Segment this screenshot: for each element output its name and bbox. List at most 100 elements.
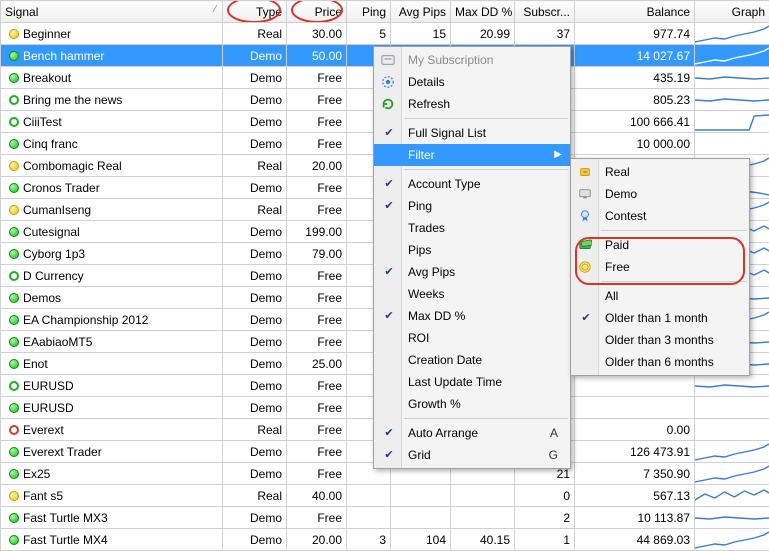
cell-graph [695, 441, 769, 463]
cell-graph [695, 463, 769, 485]
menu-roi[interactable]: ROI [374, 327, 570, 349]
cell-graph [695, 67, 769, 89]
menu-growth[interactable]: Growth % [374, 393, 570, 415]
signal-status-icon [9, 205, 19, 215]
col-maxdd[interactable]: Max DD % [451, 1, 515, 23]
filter-older-6m[interactable]: Older than 6 months [571, 351, 749, 373]
cell-type: Demo [223, 331, 287, 353]
cell-type: Demo [223, 45, 287, 67]
signal-name: EAabiaoMT5 [23, 335, 92, 349]
menu-my-subscription[interactable]: My Subscription [374, 49, 570, 71]
cell-type: Demo [223, 89, 287, 111]
cell-balance [575, 375, 695, 397]
cell-price: Free [287, 331, 347, 353]
menu-max-dd[interactable]: ✔Max DD % [374, 305, 570, 327]
cell-ping [347, 485, 391, 507]
signal-name: Bring me the news [23, 93, 122, 107]
menu-full-signal-list[interactable]: ✔Full Signal List [374, 122, 570, 144]
signal-name: D Currency [23, 269, 84, 283]
menu-creation-date[interactable]: Creation Date [374, 349, 570, 371]
signal-name: Fant s5 [23, 489, 63, 503]
cell-price: Free [287, 397, 347, 419]
signal-status-icon [9, 315, 19, 325]
signal-status-icon [9, 403, 19, 413]
filter-real[interactable]: Real [571, 161, 749, 183]
cell-price: Free [287, 441, 347, 463]
cell-balance: 805.23 [575, 89, 695, 111]
col-type[interactable]: Type [223, 1, 287, 23]
cell-price: 50.00 [287, 45, 347, 67]
context-menu-filter: Real Demo Contest Paid Free All ✔Older t… [570, 158, 750, 376]
cell-balance: 126 473.91 [575, 441, 695, 463]
menu-grid[interactable]: ✔GridG [374, 444, 570, 466]
cell-graph [695, 419, 769, 441]
cell-balance: 567.13 [575, 485, 695, 507]
signal-name: Enot [23, 357, 48, 371]
cell-price: Free [287, 177, 347, 199]
signal-status-icon [9, 491, 19, 501]
filter-older-3m[interactable]: Older than 3 months [571, 329, 749, 351]
menu-filter[interactable]: Filter▶ [374, 144, 570, 166]
cell-balance: 100 666.41 [575, 111, 695, 133]
cell-price: Free [287, 309, 347, 331]
col-price[interactable]: Price [287, 1, 347, 23]
cell-ping: 3 [347, 529, 391, 551]
col-graph[interactable]: Graph [695, 1, 769, 23]
signal-status-icon [9, 447, 19, 457]
col-signal[interactable]: Signal⁄ [1, 1, 223, 23]
table-row[interactable]: Fant s5Real40.000567.13 [1, 485, 769, 507]
menu-avg-pips[interactable]: ✔Avg Pips [374, 261, 570, 283]
cell-price: Free [287, 463, 347, 485]
cell-graph [695, 529, 769, 551]
signal-name: Bench hammer [23, 49, 104, 63]
col-balance[interactable]: Balance [575, 1, 695, 23]
table-row[interactable]: Fast Turtle MX3DemoFree210 113.87 [1, 507, 769, 529]
filter-paid[interactable]: Paid [571, 234, 749, 256]
cell-type: Demo [223, 397, 287, 419]
cell-avgpips [391, 485, 451, 507]
filter-older-1m[interactable]: ✔Older than 1 month [571, 307, 749, 329]
signal-status-icon [9, 117, 19, 127]
filter-all[interactable]: All [571, 285, 749, 307]
cell-type: Real [223, 199, 287, 221]
cell-ping: 5 [347, 23, 391, 45]
cell-avgpips: 104 [391, 529, 451, 551]
menu-details[interactable]: Details [374, 71, 570, 93]
col-subscr[interactable]: Subscr... [515, 1, 575, 23]
cell-price: Free [287, 111, 347, 133]
signal-status-icon [9, 359, 19, 369]
signal-name: Cinq franc [23, 137, 78, 151]
menu-auto-arrange[interactable]: ✔Auto ArrangeA [374, 422, 570, 444]
menu-last-update-time[interactable]: Last Update Time [374, 371, 570, 393]
table-row[interactable]: Fast Turtle MX4Demo20.00310440.15144 869… [1, 529, 769, 551]
signal-status-icon [9, 271, 19, 281]
menu-ping[interactable]: ✔Ping [374, 195, 570, 217]
filter-contest[interactable]: Contest [571, 205, 749, 227]
cell-type: Demo [223, 265, 287, 287]
signal-name: Demos [23, 291, 61, 305]
cell-price: 25.00 [287, 353, 347, 375]
menu-trades[interactable]: Trades [374, 217, 570, 239]
signal-name: Fast Turtle MX3 [23, 511, 108, 525]
menu-weeks[interactable]: Weeks [374, 283, 570, 305]
table-row[interactable]: BeginnerReal30.0051520.9937977.74 [1, 23, 769, 45]
header-row: Signal⁄ Type Price Ping Avg Pips Max DD … [1, 1, 769, 23]
filter-free[interactable]: Free [571, 256, 749, 278]
menu-account-type[interactable]: ✔Account Type [374, 173, 570, 195]
cell-price: Free [287, 133, 347, 155]
menu-refresh[interactable]: Refresh [374, 93, 570, 115]
filter-demo[interactable]: Demo [571, 183, 749, 205]
cell-type: Demo [223, 309, 287, 331]
col-ping[interactable]: Ping [347, 1, 391, 23]
signal-name: EA Championship 2012 [23, 313, 148, 327]
signal-status-icon [9, 227, 19, 237]
signal-name: EURUSD [23, 401, 74, 415]
cell-type: Real [223, 23, 287, 45]
cell-balance: 10 000.00 [575, 133, 695, 155]
signal-status-icon [9, 535, 19, 545]
cell-graph [695, 375, 769, 397]
signal-name: Beginner [23, 27, 71, 41]
cell-type: Demo [223, 221, 287, 243]
menu-pips[interactable]: Pips [374, 239, 570, 261]
col-avgpips[interactable]: Avg Pips [391, 1, 451, 23]
